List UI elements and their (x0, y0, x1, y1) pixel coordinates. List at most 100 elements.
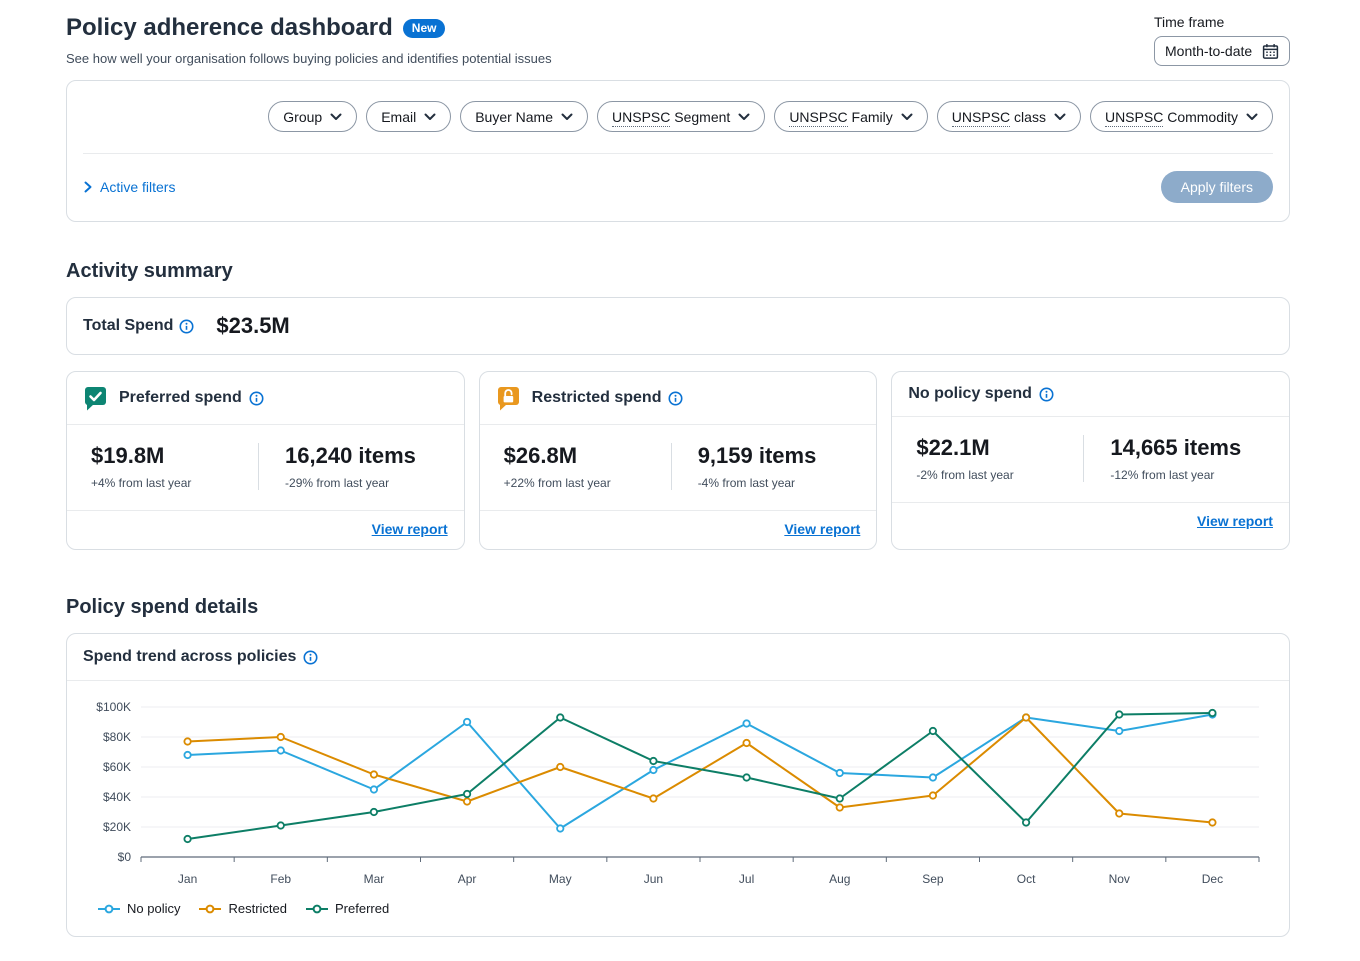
data-point-restricted[interactable] (1209, 819, 1215, 825)
card-body: $19.8M +4% from last year 16,240 items -… (67, 425, 464, 510)
data-point-no-policy[interactable] (930, 774, 936, 780)
data-point-preferred[interactable] (1116, 711, 1122, 717)
x-axis-tick-label: Dec (1202, 872, 1223, 886)
info-icon (668, 391, 683, 406)
items-value: 16,240 items (285, 443, 448, 469)
total-spend-info-button[interactable] (179, 319, 194, 334)
data-point-preferred[interactable] (464, 791, 470, 797)
data-point-preferred[interactable] (743, 774, 749, 780)
data-point-preferred[interactable] (278, 822, 284, 828)
filter-pill-unspsc-commodity[interactable]: UNSPSC Commodity (1090, 101, 1273, 132)
data-point-no-policy[interactable] (743, 720, 749, 726)
view-report-link[interactable]: View report (372, 521, 448, 537)
filter-pill-group[interactable]: Group (268, 101, 357, 132)
spend-delta: +22% from last year (504, 476, 671, 490)
filter-pill-unspsc-family[interactable]: UNSPSC Family (774, 101, 927, 132)
data-point-preferred[interactable] (837, 795, 843, 801)
time-frame-select[interactable]: Month-to-date (1154, 36, 1290, 66)
items-value: 14,665 items (1110, 435, 1273, 461)
items-delta: -4% from last year (698, 476, 861, 490)
data-point-restricted[interactable] (557, 764, 563, 770)
data-point-restricted[interactable] (743, 740, 749, 746)
data-point-restricted[interactable] (650, 795, 656, 801)
legend-label: Restricted (228, 901, 287, 916)
items-delta: -12% from last year (1110, 468, 1273, 482)
apply-filters-button[interactable]: Apply filters (1161, 171, 1273, 203)
spend-delta: -2% from last year (916, 468, 1083, 482)
time-frame-control: Time frame Month-to-date (1154, 14, 1290, 66)
data-point-restricted[interactable] (371, 771, 377, 777)
card-info-button[interactable] (249, 391, 264, 406)
x-axis-tick-label: Oct (1017, 872, 1036, 886)
data-point-restricted[interactable] (464, 798, 470, 804)
items-value: 9,159 items (698, 443, 861, 469)
active-filters-label: Active filters (100, 179, 175, 195)
chevron-down-icon (424, 113, 436, 121)
spend-stat: $22.1M -2% from last year (908, 435, 1083, 482)
x-axis-tick-label: Aug (829, 872, 850, 886)
card-title-wrap: Preferred spend (119, 389, 264, 407)
card-info-button[interactable] (668, 391, 683, 406)
x-axis-tick-label: Jul (739, 872, 754, 886)
active-filters-expander[interactable]: Active filters (83, 179, 175, 195)
legend-item-no-policy[interactable]: No policy (97, 901, 180, 916)
items-stat: 14,665 items -12% from last year (1083, 435, 1273, 482)
restricted-open-lock-badge-icon (496, 385, 521, 411)
data-point-no-policy[interactable] (650, 767, 656, 773)
data-point-no-policy[interactable] (557, 825, 563, 831)
data-point-preferred[interactable] (557, 714, 563, 720)
filter-pill-label: Group (283, 109, 322, 125)
data-point-restricted[interactable] (184, 738, 190, 744)
filter-pill-email[interactable]: Email (366, 101, 451, 132)
chevron-down-icon (561, 113, 573, 121)
preferred-check-badge-icon (83, 385, 108, 411)
no-policy-spend-card: No policy spend $22.1M -2% from last yea… (891, 371, 1290, 550)
data-point-preferred[interactable] (1209, 710, 1215, 716)
data-point-restricted[interactable] (837, 804, 843, 810)
card-info-button[interactable] (1039, 387, 1054, 402)
data-point-restricted[interactable] (1023, 714, 1029, 720)
info-icon (249, 391, 264, 406)
data-point-restricted[interactable] (278, 734, 284, 740)
total-spend-label: Total Spend (83, 317, 173, 335)
card-header: Restricted spend (480, 372, 877, 425)
view-report-link[interactable]: View report (1197, 513, 1273, 529)
filter-pill-abbr: UNSPSC (952, 109, 1010, 127)
data-point-restricted[interactable] (1116, 810, 1122, 816)
x-axis-tick-label: Nov (1109, 872, 1130, 886)
legend-item-preferred[interactable]: Preferred (305, 901, 389, 916)
data-point-no-policy[interactable] (464, 719, 470, 725)
chart-info-button[interactable] (303, 650, 318, 665)
y-axis-tick-label: $20K (103, 820, 131, 834)
data-point-no-policy[interactable] (278, 747, 284, 753)
data-point-no-policy[interactable] (837, 770, 843, 776)
legend-label: No policy (127, 901, 180, 916)
data-point-preferred[interactable] (184, 836, 190, 842)
card-title: No policy spend (908, 385, 1032, 403)
items-stat: 16,240 items -29% from last year (258, 443, 448, 490)
card-body: $26.8M +22% from last year 9,159 items -… (480, 425, 877, 510)
view-report-link[interactable]: View report (784, 521, 860, 537)
data-point-preferred[interactable] (650, 758, 656, 764)
legend-item-restricted[interactable]: Restricted (198, 901, 287, 916)
data-point-no-policy[interactable] (1116, 728, 1122, 734)
card-title-wrap: Restricted spend (532, 389, 684, 407)
page-title: Policy adherence dashboard New (66, 14, 552, 42)
data-point-no-policy[interactable] (184, 752, 190, 758)
restricted-spend-card: Restricted spend $26.8M +22% from last y… (479, 371, 878, 550)
spend-value: $19.8M (91, 443, 258, 469)
filter-pill-unspsc-segment[interactable]: UNSPSC Segment (597, 101, 765, 132)
chevron-down-icon (1054, 113, 1066, 121)
data-point-preferred[interactable] (930, 728, 936, 734)
y-axis-tick-label: $60K (103, 760, 131, 774)
card-title: Restricted spend (532, 389, 662, 407)
items-stat: 9,159 items -4% from last year (671, 443, 861, 490)
filter-pill-buyer-name[interactable]: Buyer Name (460, 101, 588, 132)
spend-stat: $26.8M +22% from last year (496, 443, 671, 490)
data-point-preferred[interactable] (1023, 819, 1029, 825)
chart-title-wrap: Spend trend across policies (83, 648, 1273, 666)
data-point-preferred[interactable] (371, 809, 377, 815)
data-point-no-policy[interactable] (371, 786, 377, 792)
data-point-restricted[interactable] (930, 792, 936, 798)
filter-pill-unspsc-class[interactable]: UNSPSC class (937, 101, 1081, 132)
